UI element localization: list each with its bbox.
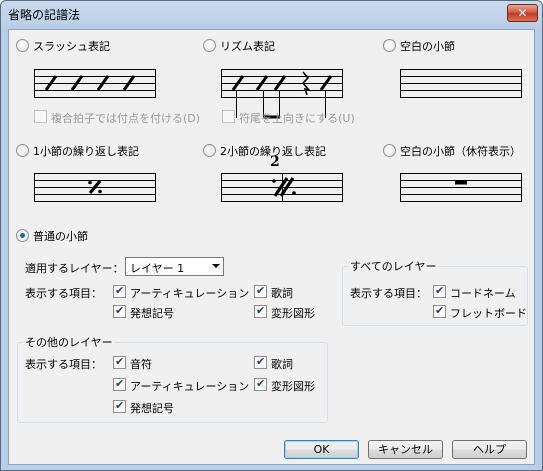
dialog-window: 省略の記譜法 ✕ スラッシュ表記 リズム表記 空白の小節 複合拍子では付点を付け… [0,0,543,471]
all-layers-title: すべてのレイヤー [348,258,439,274]
one-bar-repeat-radio[interactable] [16,144,29,157]
slash-notation-label[interactable]: スラッシュ表記 [33,38,110,54]
blank-measure-rest-radio[interactable] [383,144,396,157]
layer-select-value: レイヤー 1 [130,262,185,275]
stems-up-checkbox[interactable] [222,110,235,123]
blank-measure-rest-label[interactable]: 空白の小節（休符表示） [400,143,521,159]
other-layers-title: その他のレイヤー [23,334,115,350]
all-fretboards-checkbox[interactable] [433,304,446,318]
slash-notation-radio[interactable] [16,39,29,52]
two-bar-repeat-staff [221,173,343,202]
title-bar: 省略の記譜法 ✕ [1,1,542,28]
apply-articulation-label[interactable]: アーティキュレーション [130,285,249,301]
all-fretboards-label[interactable]: フレットボード [450,305,527,321]
whole-rest-symbol [455,180,467,185]
apply-shapes-label[interactable]: 変形図形 [271,305,315,321]
close-button[interactable]: ✕ [507,4,538,22]
other-notes-checkbox[interactable] [113,355,126,369]
stems-up-label: 符尾を上向きにする(U) [239,112,355,125]
apply-expression-checkbox[interactable] [113,304,126,318]
apply-articulation-checkbox[interactable] [113,284,126,298]
apply-lyrics-label[interactable]: 歌詞 [271,285,293,301]
all-chords-label[interactable]: コードネーム [450,285,516,301]
help-button[interactable]: ヘルプ [452,440,527,459]
one-bar-repeat-staff [34,173,156,202]
dialog-client-area: スラッシュ表記 リズム表記 空白の小節 複合拍子では付点を付ける(D) 符尾を上… [8,29,535,465]
one-bar-repeat-label[interactable]: 1小節の繰り返し表記 [33,143,139,159]
other-shapes-label[interactable]: 変形図形 [271,378,315,394]
normal-measure-label[interactable]: 普通の小節 [33,228,88,244]
apply-shapes-checkbox[interactable] [254,304,267,318]
layer-select[interactable]: レイヤー 1 [125,257,224,276]
blank-measure-rest-staff [400,173,522,202]
normal-measure-radio[interactable] [16,229,29,242]
compound-dots-checkbox[interactable] [34,110,47,123]
other-shapes-checkbox[interactable] [254,377,267,391]
slash-notation-staff [34,69,156,98]
window-title: 省略の記譜法 [8,8,81,22]
other-lyrics-label[interactable]: 歌詞 [271,356,293,372]
other-expression-label[interactable]: 発想記号 [130,400,174,416]
other-articulation-label[interactable]: アーティキュレーション [130,378,249,394]
apply-expression-label[interactable]: 発想記号 [130,305,174,321]
rhythm-notation-label[interactable]: リズム表記 [220,38,275,54]
blank-measure-label[interactable]: 空白の小節 [400,38,455,54]
two-bar-repeat-radio[interactable] [203,144,216,157]
rhythm-notation-radio[interactable] [203,39,216,52]
other-lyrics-checkbox[interactable] [254,355,267,369]
cancel-button[interactable]: キャンセル [368,440,443,459]
apply-show-items-label: 表示する項目： [25,287,102,300]
all-chords-checkbox[interactable] [433,284,446,298]
compound-dots-label: 複合拍子では付点を付ける(D) [51,112,201,125]
apply-layer-label: 適用するレイヤー： [25,262,124,275]
other-show-items-label: 表示する項目： [25,358,102,371]
other-expression-checkbox[interactable] [113,399,126,413]
blank-measure-staff [400,69,522,98]
all-show-items-label: 表示する項目： [350,287,427,300]
other-articulation-checkbox[interactable] [113,377,126,391]
two-bar-repeat-number: 2 [270,154,280,170]
ok-button[interactable]: OK [284,440,359,459]
blank-measure-radio[interactable] [383,39,396,52]
dropdown-arrow-icon [212,264,220,268]
apply-lyrics-checkbox[interactable] [254,284,267,298]
other-notes-label[interactable]: 音符 [130,356,152,372]
